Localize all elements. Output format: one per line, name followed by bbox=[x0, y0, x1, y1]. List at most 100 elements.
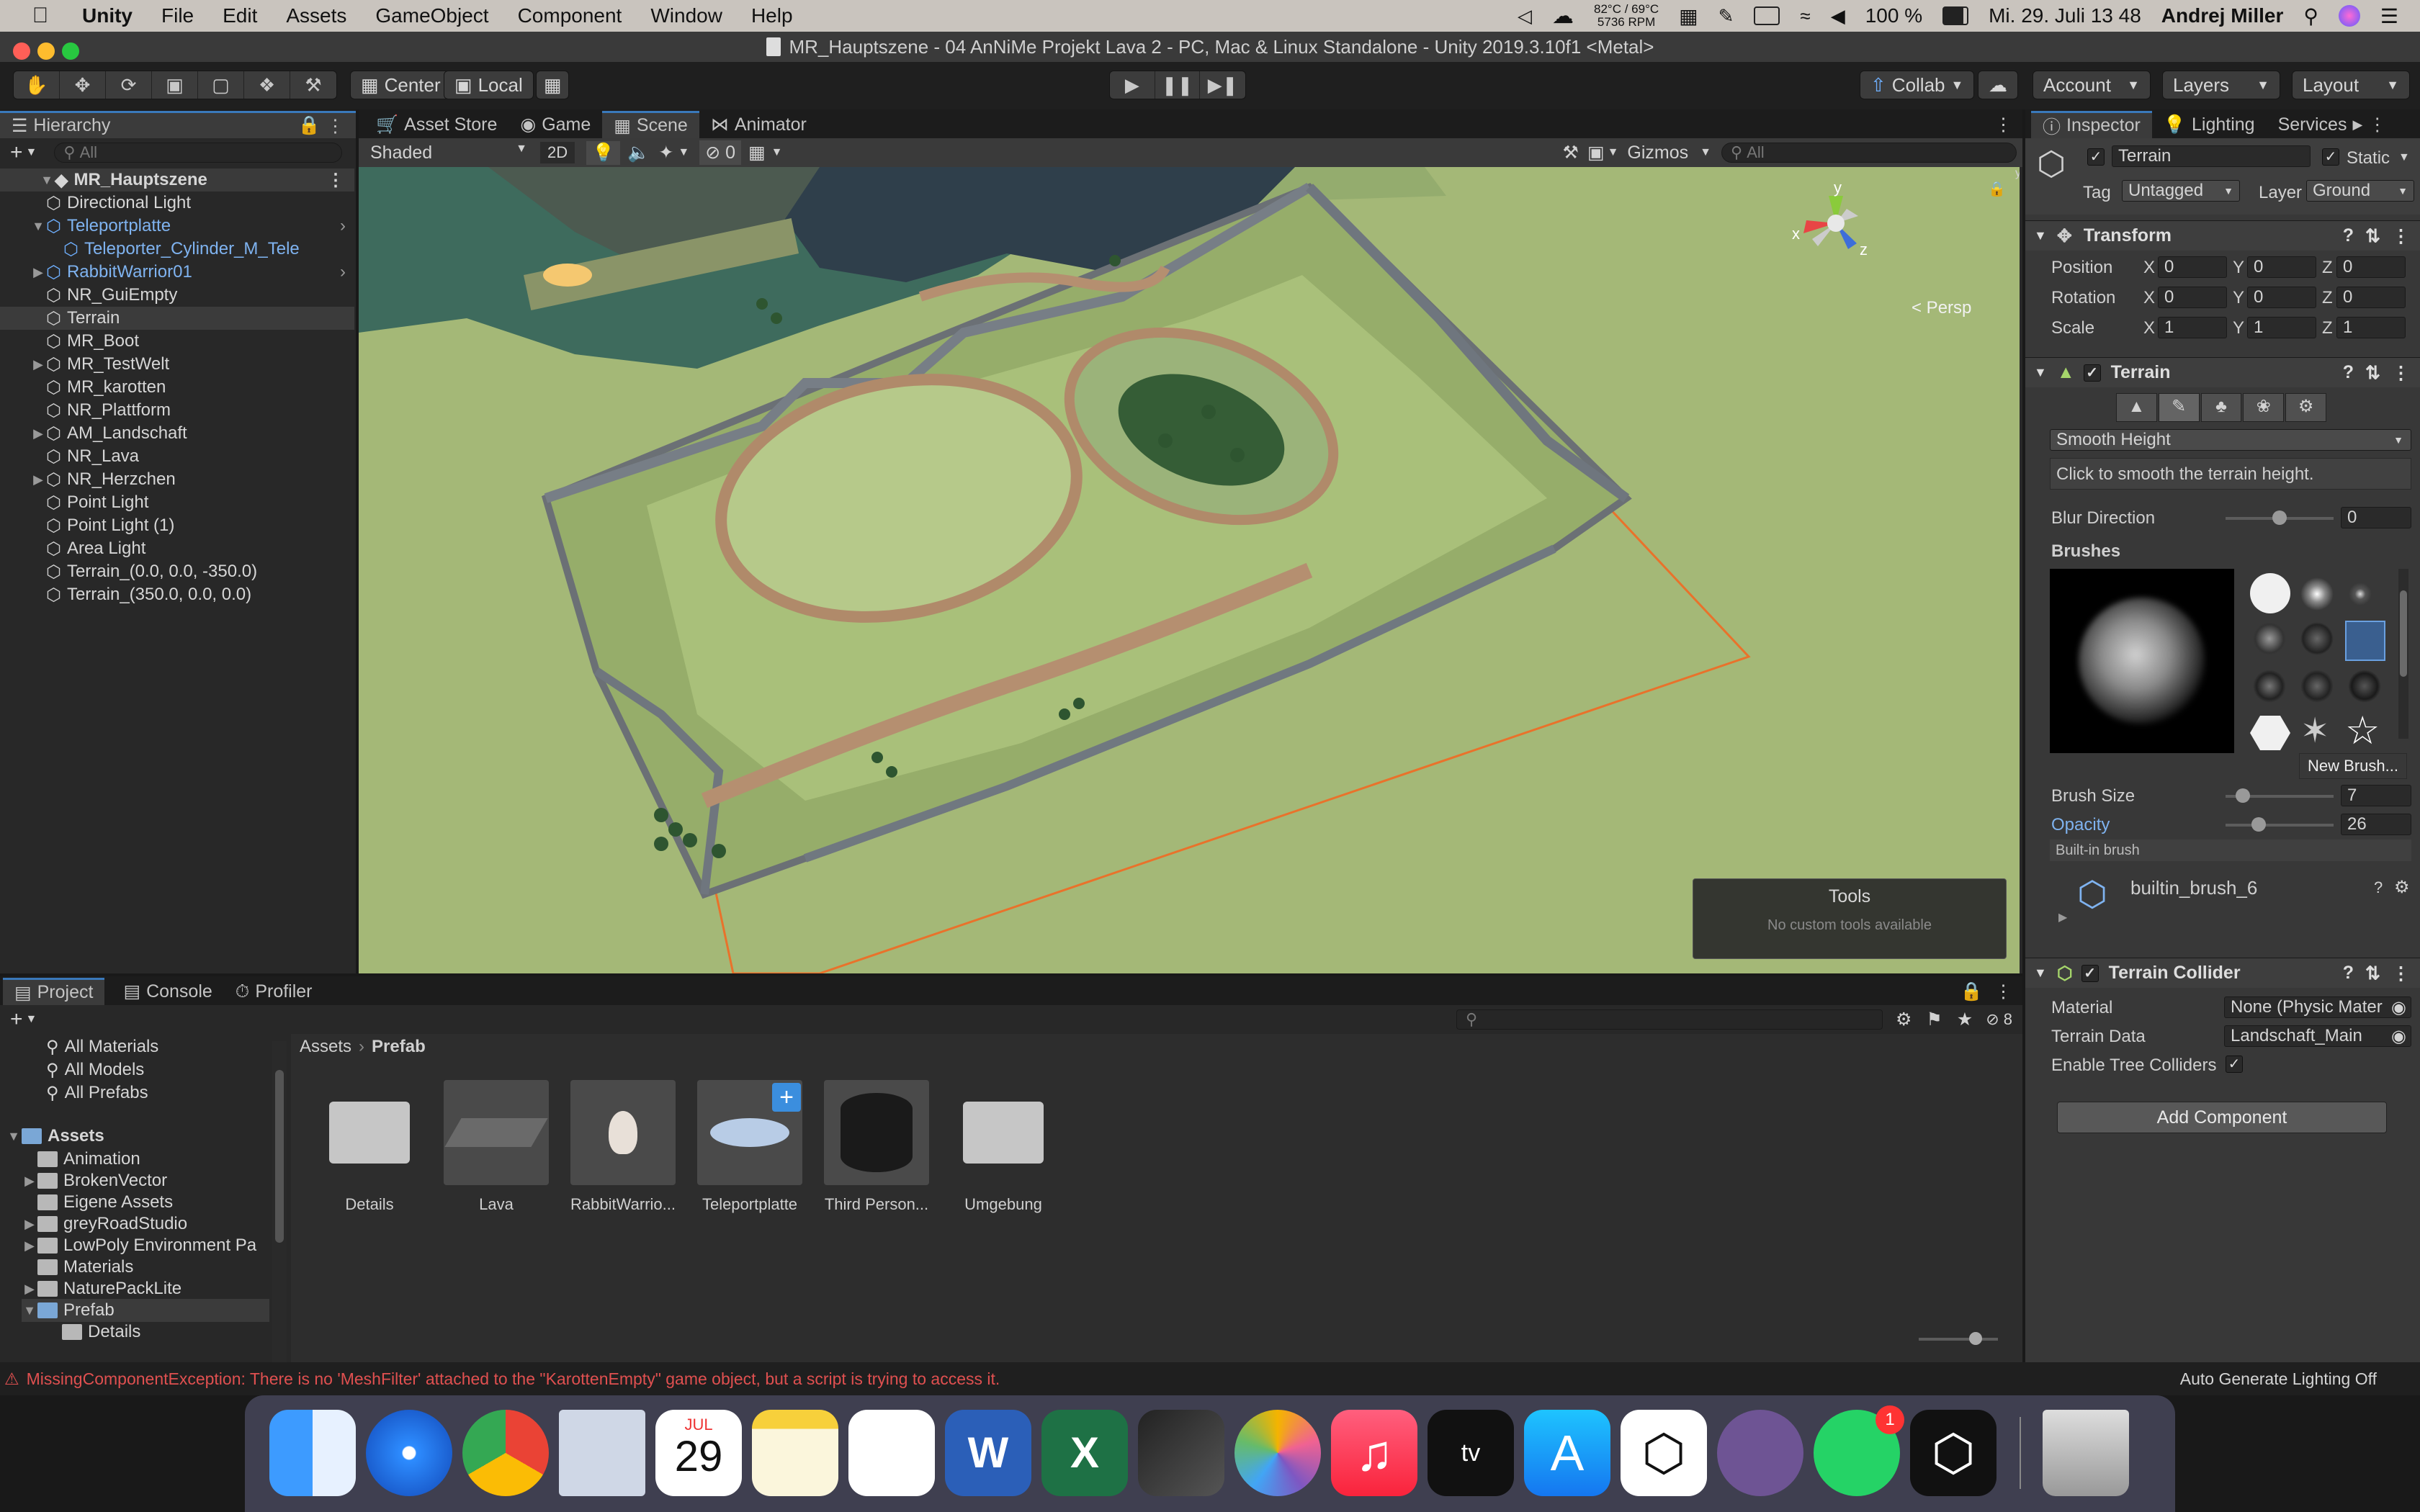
more-options-icon[interactable]: ⋮ bbox=[2392, 963, 2410, 984]
finder-icon[interactable] bbox=[269, 1410, 356, 1496]
brush-hard-round[interactable] bbox=[2250, 573, 2290, 613]
collapse-arrow-icon[interactable]: ▶ bbox=[30, 265, 46, 280]
hierarchy-row[interactable]: ⬡ Terrain bbox=[0, 307, 354, 330]
chevron-right-icon[interactable]: › bbox=[340, 262, 346, 282]
status-error-text[interactable]: MissingComponentException: There is no '… bbox=[27, 1369, 1000, 1389]
gizmos-dropdown[interactable]: Gizmos ▼ bbox=[1627, 143, 1711, 163]
menu-file[interactable]: File bbox=[161, 4, 194, 27]
collapse-arrow-icon[interactable]: ▶ bbox=[30, 426, 46, 441]
terrain-enabled-checkbox[interactable]: ✓ bbox=[2083, 364, 2101, 382]
layer-dropdown[interactable]: Ground ▼ bbox=[2306, 180, 2414, 202]
project-folder-row[interactable]: Eigene Assets bbox=[22, 1191, 269, 1214]
collider-enabled-checkbox[interactable]: ✓ bbox=[2081, 964, 2099, 982]
tab-profiler[interactable]: ⏱ Profiler bbox=[224, 978, 324, 1005]
project-folder-row[interactable]: ▶ LowPoly Environment Pa bbox=[22, 1234, 269, 1257]
expand-arrow-icon[interactable]: ▼ bbox=[30, 219, 46, 234]
photos-icon[interactable] bbox=[1234, 1410, 1321, 1496]
shading-mode-dropdown[interactable]: Shaded ▼ bbox=[364, 143, 533, 163]
tab-console[interactable]: ▤ Console bbox=[112, 978, 223, 1005]
lock-icon[interactable]: 🔒 bbox=[298, 115, 321, 136]
toggle-2d-button[interactable]: 2D bbox=[540, 142, 575, 163]
more-options-icon[interactable]: ⋮ bbox=[2392, 225, 2410, 247]
word-icon[interactable]: W bbox=[945, 1410, 1031, 1496]
reminders-icon[interactable] bbox=[848, 1410, 935, 1496]
hierarchy-row[interactable]: ⬡ Point Light bbox=[0, 491, 354, 514]
assets-root[interactable]: ▼ Assets bbox=[6, 1125, 104, 1148]
breadcrumb-current[interactable]: Prefab bbox=[372, 1037, 426, 1057]
pos-y-field[interactable]: 0 bbox=[2247, 256, 2316, 278]
hierarchy-search-input[interactable]: ⚲ All bbox=[54, 143, 343, 163]
pen-icon[interactable]: ✎ bbox=[1718, 5, 1734, 27]
asset-item[interactable]: Third Person... bbox=[823, 1080, 931, 1214]
paint-terrain-icon[interactable]: ✎ bbox=[2158, 393, 2200, 422]
chevron-down-icon[interactable]: ▼ bbox=[771, 146, 783, 159]
github-icon[interactable] bbox=[1717, 1410, 1803, 1496]
pos-x-field[interactable]: 0 bbox=[2158, 256, 2227, 278]
scene-root-row[interactable]: ▼ ◆ MR_Hauptszene ⋮ bbox=[0, 168, 354, 192]
tab-scene[interactable]: ▦ Scene bbox=[602, 111, 699, 138]
object-picker-icon[interactable]: ◉ bbox=[2391, 1026, 2406, 1046]
axis-z-label[interactable]: Z bbox=[2322, 318, 2333, 338]
move-tool-icon[interactable]: ✥ bbox=[60, 71, 106, 99]
safari-icon[interactable] bbox=[366, 1410, 452, 1496]
chevron-down-icon[interactable]: ▼ bbox=[26, 1013, 37, 1026]
hierarchy-row[interactable]: ⬡ Directional Light bbox=[0, 192, 354, 215]
pause-button[interactable]: ❚❚ bbox=[1155, 71, 1201, 99]
brush-size-field[interactable]: 7 bbox=[2341, 785, 2411, 806]
favorites-star-icon[interactable]: ★ bbox=[1957, 1009, 1973, 1030]
minimize-window-button[interactable] bbox=[37, 42, 55, 60]
hierarchy-row[interactable]: ⬡ Area Light bbox=[0, 537, 354, 560]
zoom-window-button[interactable] bbox=[62, 42, 79, 60]
app-store-icon[interactable]: A bbox=[1524, 1410, 1610, 1496]
help-icon[interactable]: ? bbox=[2343, 963, 2354, 984]
terrain-settings-icon[interactable]: ⚙ bbox=[2285, 393, 2326, 422]
expand-arrow-icon[interactable]: ▼ bbox=[39, 173, 55, 188]
chevron-down-icon[interactable]: ▼ bbox=[678, 146, 689, 159]
project-search-input[interactable]: ⚲ bbox=[1456, 1009, 1883, 1030]
unity-icon[interactable]: ⬡ bbox=[1621, 1410, 1707, 1496]
preset-icon[interactable]: ⇅ bbox=[2365, 963, 2380, 984]
rotate-tool-icon[interactable]: ⟳ bbox=[106, 71, 152, 99]
hand-tool-icon[interactable]: ✋ bbox=[14, 71, 60, 99]
hierarchy-row[interactable]: ⬡ Terrain_(350.0, 0.0, 0.0) bbox=[0, 583, 354, 606]
hierarchy-row[interactable]: ▶ ⬡ NR_Herzchen bbox=[0, 468, 354, 491]
more-options-icon[interactable]: ⋮ bbox=[327, 170, 344, 191]
expand-arrow-icon[interactable]: ▼ bbox=[2034, 365, 2047, 380]
project-folder-row[interactable]: ▶ greyRoadStudio bbox=[22, 1212, 269, 1236]
expand-arrow-icon[interactable]: ▶ bbox=[2058, 910, 2067, 924]
opacity-slider-thumb[interactable] bbox=[2251, 817, 2266, 832]
help-icon[interactable]: ? bbox=[2343, 362, 2354, 383]
brush-size-slider[interactable] bbox=[2226, 788, 2334, 803]
excel-icon[interactable]: X bbox=[1041, 1410, 1128, 1496]
chrome-icon[interactable] bbox=[462, 1410, 549, 1496]
collapse-arrow-icon[interactable]: ▶ bbox=[30, 472, 46, 487]
collab-button[interactable]: ⇧ Collab ▼ bbox=[1860, 71, 1975, 99]
tab-game[interactable]: ◉ Game bbox=[508, 111, 602, 138]
brush-small-soft[interactable] bbox=[2348, 582, 2372, 606]
paint-trees-icon[interactable]: ♣ bbox=[2200, 393, 2242, 422]
tag-dropdown[interactable]: Untagged ▼ bbox=[2122, 180, 2240, 202]
step-button[interactable]: ▶❚ bbox=[1200, 71, 1245, 99]
rot-x-field[interactable]: 0 bbox=[2158, 287, 2227, 308]
temperature-widget[interactable]: 82°C / 69°C 5736 RPM bbox=[1594, 3, 1659, 29]
project-folder-row[interactable]: ▶ BrokenVector bbox=[22, 1169, 269, 1192]
create-plus-icon[interactable]: + bbox=[10, 1007, 23, 1032]
tree-scroll-thumb[interactable] bbox=[275, 1070, 284, 1243]
music-icon[interactable]: ♫ bbox=[1331, 1410, 1417, 1496]
project-folder-row[interactable]: Animation bbox=[22, 1148, 269, 1171]
layers-dropdown[interactable]: Layers ▼ bbox=[2162, 71, 2280, 99]
blur-direction-field[interactable]: 0 bbox=[2341, 507, 2411, 528]
spotlight-search-icon[interactable]: ⚲ bbox=[2303, 4, 2318, 28]
create-neighbor-terrain-icon[interactable]: ▲ bbox=[2116, 393, 2157, 422]
lighting-toggle-icon[interactable]: 💡 bbox=[586, 140, 621, 165]
chevron-down-icon[interactable]: ▼ bbox=[1608, 146, 1619, 159]
collapse-arrow-icon[interactable]: ▶ bbox=[22, 1217, 37, 1232]
tab-services[interactable]: Services ▶ ⋮ bbox=[2267, 111, 2398, 138]
project-tree-scrollbar[interactable] bbox=[272, 1041, 287, 1362]
new-brush-button[interactable]: New Brush... bbox=[2299, 753, 2407, 779]
project-folder-row[interactable]: ▶ NaturePackLite bbox=[22, 1277, 269, 1300]
pivot-center-toggle[interactable]: ▦ Center bbox=[350, 71, 452, 99]
more-options-icon[interactable]: ⋮ bbox=[2368, 114, 2386, 135]
preset-icon[interactable]: ⇅ bbox=[2365, 225, 2380, 247]
terrain-collider-header[interactable]: ▼ ⬡ ✓ Terrain Collider ? ⇅ ⋮ bbox=[2025, 958, 2420, 988]
